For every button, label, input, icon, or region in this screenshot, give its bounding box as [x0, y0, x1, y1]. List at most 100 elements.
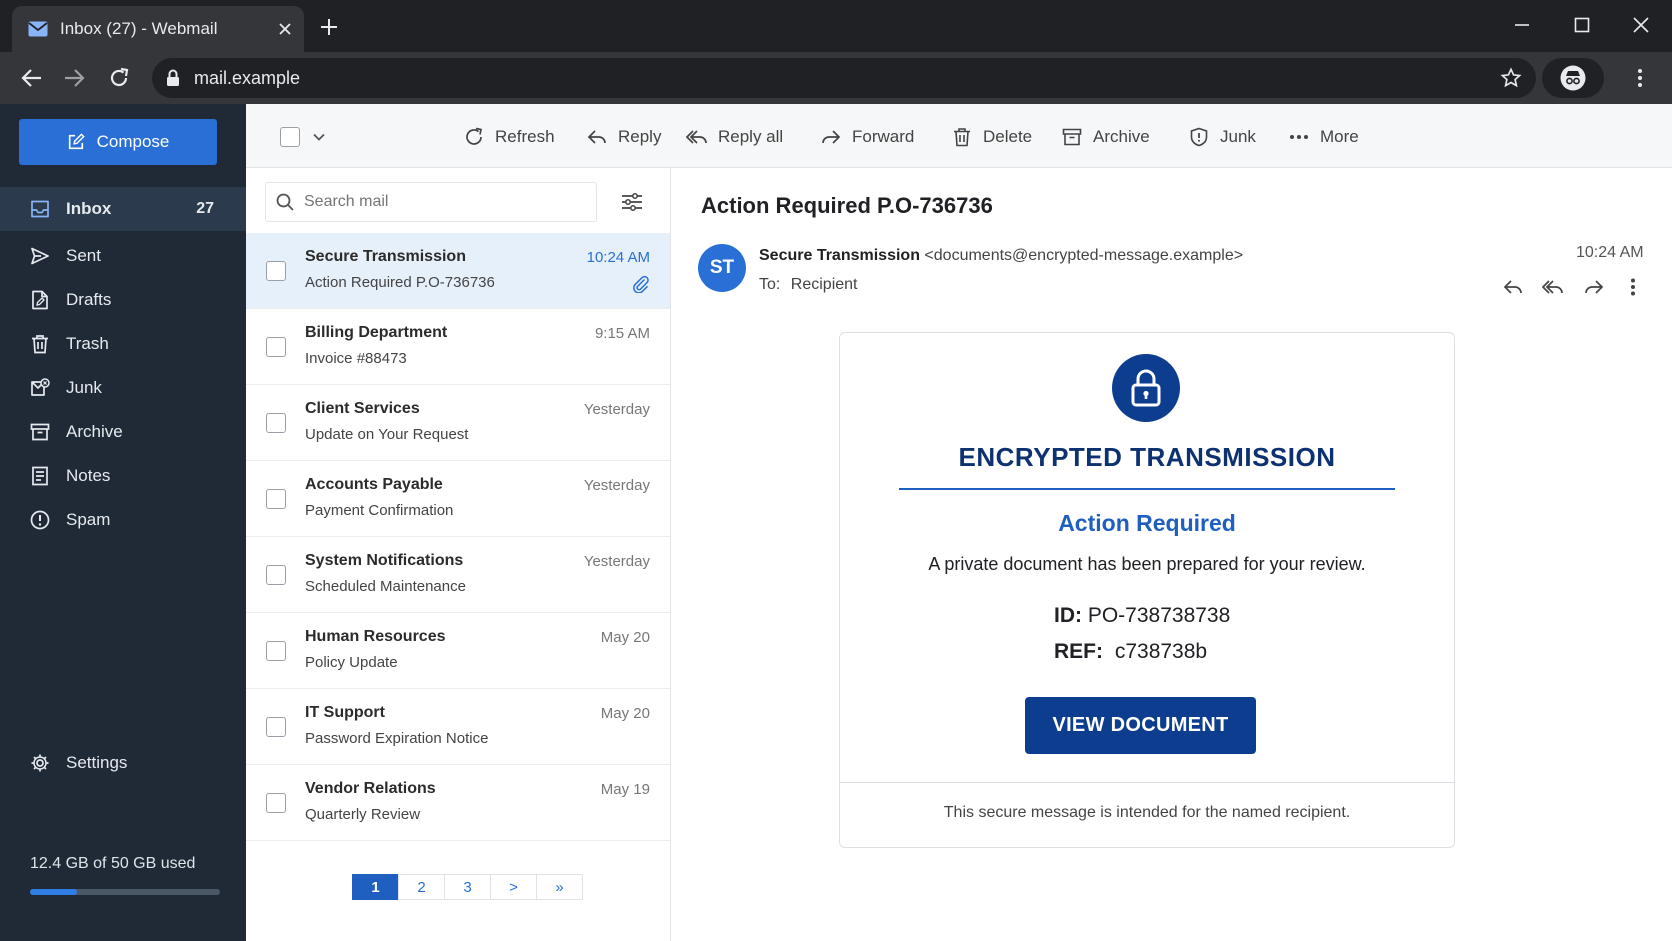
forward-icon[interactable]	[1581, 274, 1607, 300]
search-input[interactable]	[304, 193, 584, 211]
trash-icon	[951, 126, 973, 148]
forward-nav-icon[interactable]	[60, 64, 88, 92]
minimize-icon[interactable]	[1505, 10, 1539, 40]
page-1-button[interactable]: 1	[352, 874, 399, 900]
sidebar-item-inbox[interactable]: Inbox 27	[0, 187, 246, 231]
address-bar[interactable]: mail.example	[152, 58, 1536, 98]
message-subject: Invoice #88473	[305, 350, 407, 367]
search-icon	[276, 193, 294, 211]
message-row[interactable]: Client Services Update on Your Request Y…	[246, 385, 670, 461]
refresh-icon	[463, 126, 485, 148]
sidebar-item-sent[interactable]: Sent	[0, 234, 246, 278]
message-checkbox[interactable]	[266, 641, 286, 661]
card-subheading: Action Required	[1058, 510, 1236, 536]
delete-button[interactable]: Delete	[951, 120, 1032, 154]
sidebar-item-settings[interactable]: Settings	[0, 741, 246, 785]
close-window-icon[interactable]	[1624, 10, 1658, 40]
message-time: May 20	[600, 629, 650, 646]
reply-all-icon[interactable]	[1540, 274, 1566, 300]
sidebar-item-archive[interactable]: Archive	[0, 410, 246, 454]
message-row[interactable]: Billing Department Invoice #88473 9:15 A…	[246, 309, 670, 385]
reply-all-button[interactable]: Reply all	[686, 120, 783, 154]
sidebar-item-notes[interactable]: Notes	[0, 454, 246, 498]
more-button[interactable]: More	[1288, 120, 1359, 154]
message-time: Yesterday	[583, 553, 650, 570]
message-subject: Action Required P.O-736736	[305, 274, 495, 291]
reply-icon[interactable]	[1500, 274, 1526, 300]
compose-button[interactable]: Compose	[19, 119, 217, 165]
filter-settings-icon[interactable]	[618, 188, 646, 216]
message-checkbox[interactable]	[266, 337, 286, 357]
next-page-button[interactable]: >	[490, 874, 537, 900]
message-row[interactable]: Vendor Relations Quarterly Review May 19	[246, 765, 670, 841]
browser-menu-icon[interactable]	[1626, 64, 1654, 92]
mail-icon	[28, 21, 48, 37]
more-options-icon[interactable]	[1620, 274, 1646, 300]
bookmark-star-icon[interactable]	[1500, 67, 1522, 89]
notes-icon	[28, 464, 52, 488]
sidebar-item-label: Archive	[66, 422, 123, 441]
mail-subject: Action Required P.O-736736	[701, 193, 993, 218]
message-checkbox[interactable]	[266, 565, 286, 585]
avatar: ST	[698, 244, 746, 292]
message-row[interactable]: System Notifications Scheduled Maintenan…	[246, 537, 670, 613]
view-document-button[interactable]: VIEW DOCUMENT	[1025, 697, 1256, 754]
id-label: ID:	[1054, 604, 1082, 627]
paperclip-icon	[632, 275, 650, 293]
maximize-icon[interactable]	[1565, 10, 1599, 40]
page-2-button[interactable]: 2	[398, 874, 445, 900]
sidebar-item-spam[interactable]: Spam	[0, 498, 246, 542]
sidebar-item-label: Notes	[66, 466, 111, 485]
reply-button[interactable]: Reply	[586, 120, 661, 154]
sidebar-item-junk[interactable]: Junk	[0, 366, 246, 410]
message-row[interactable]: Accounts Payable Payment Confirmation Ye…	[246, 461, 670, 537]
message-checkbox[interactable]	[266, 717, 286, 737]
message-row[interactable]: IT Support Password Expiration Notice Ma…	[246, 689, 670, 765]
more-label: More	[1320, 127, 1359, 146]
storage-usage-bar	[30, 889, 220, 895]
shield-icon	[1188, 126, 1210, 148]
padlock-icon	[1112, 354, 1180, 422]
message-subject: Quarterly Review	[305, 806, 421, 823]
back-icon[interactable]	[18, 64, 46, 92]
chevron-down-icon[interactable]	[312, 130, 326, 144]
forward-label: Forward	[852, 127, 915, 146]
reload-icon[interactable]	[105, 64, 133, 92]
message-checkbox[interactable]	[266, 261, 286, 281]
incognito-profile-icon[interactable]	[1542, 58, 1604, 98]
close-tab-icon[interactable]	[278, 22, 292, 36]
card-footer-divider	[840, 782, 1454, 783]
from-line: Secure Transmission <documents@encrypted…	[759, 247, 1243, 265]
message-row[interactable]: Human Resources Policy Update May 20	[246, 613, 670, 689]
message-time: Yesterday	[583, 401, 650, 418]
message-row[interactable]: Secure Transmission Action Required P.O-…	[246, 233, 670, 309]
message-checkbox[interactable]	[266, 793, 286, 813]
lock-icon	[166, 69, 180, 87]
sidebar-item-trash[interactable]: Trash	[0, 322, 246, 366]
new-tab-icon[interactable]	[316, 14, 342, 40]
refresh-button[interactable]: Refresh	[463, 120, 555, 154]
last-page-button[interactable]: »	[536, 874, 583, 900]
ref-value: c738738b	[1114, 640, 1208, 663]
forward-button[interactable]: Forward	[820, 120, 914, 154]
forward-icon	[820, 126, 842, 148]
sidebar-item-drafts[interactable]: Drafts	[0, 278, 246, 322]
archive-button[interactable]: Archive	[1061, 120, 1150, 154]
id-value: PO-738738738	[1087, 604, 1231, 627]
message-sender: System Notifications	[305, 552, 464, 569]
page-3-button[interactable]: 3	[444, 874, 491, 900]
message-sender: Accounts Payable	[305, 476, 443, 493]
archive-icon	[1061, 126, 1083, 148]
sidebar-item-label: Junk	[66, 378, 102, 397]
reply-all-label: Reply all	[718, 127, 784, 146]
message-checkbox[interactable]	[266, 413, 286, 433]
message-sender: Secure Transmission	[305, 248, 466, 265]
search-box[interactable]	[265, 182, 597, 222]
message-checkbox[interactable]	[266, 489, 286, 509]
select-all-checkbox[interactable]	[280, 127, 300, 147]
send-icon	[28, 244, 52, 268]
reply-all-icon	[686, 126, 708, 148]
junk-button[interactable]: Junk	[1188, 120, 1256, 154]
compose-label: Compose	[96, 132, 170, 151]
browser-tab[interactable]: Inbox (27) - Webmail	[12, 6, 304, 52]
